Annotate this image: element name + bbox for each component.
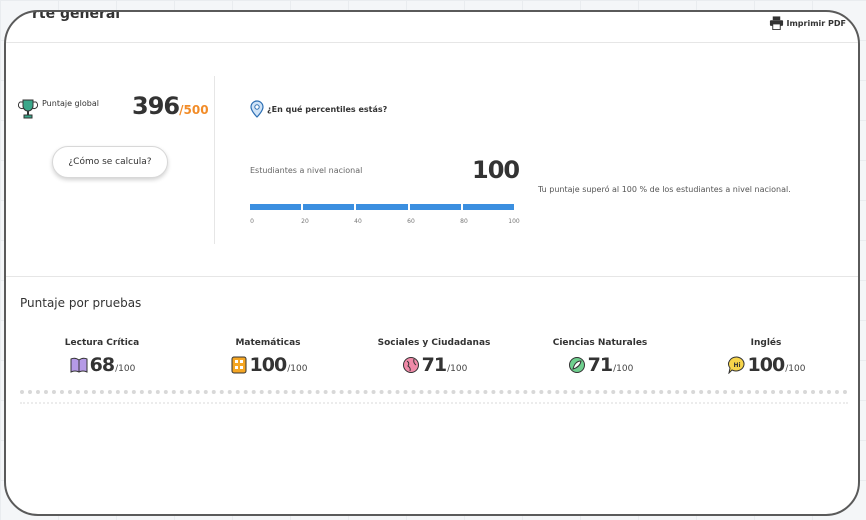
test-max: /100 (447, 364, 468, 374)
test-score-row: Hi 100 /100 (686, 354, 846, 376)
test-score: 100 (249, 354, 288, 376)
test-name: Inglés (750, 338, 782, 348)
percentile-progress-bar (250, 204, 515, 210)
national-students-label: Estudiantes a nivel nacional (250, 166, 363, 175)
test-score-row: 100 /100 (188, 354, 348, 376)
tick-label: 80 (460, 218, 468, 225)
test-score-row: 71 /100 (354, 354, 514, 376)
progress-segment (462, 204, 515, 210)
test-score: 71 (587, 354, 613, 376)
calculator-icon (231, 356, 247, 374)
test-card-ciencias[interactable]: Ciencias Naturales 71 /100 (520, 338, 680, 376)
report-title: rte general (32, 10, 121, 22)
vertical-divider (214, 76, 215, 244)
tests-section-title: Puntaje por pruebas (20, 296, 142, 310)
horizontal-divider (6, 276, 858, 277)
loading-placeholder-bar (20, 390, 848, 404)
progress-segment (356, 204, 408, 210)
test-card-ingles[interactable]: Inglés Hi 100 /100 (686, 338, 846, 376)
book-icon (70, 357, 88, 373)
test-name: Ciencias Naturales (552, 338, 648, 348)
report-header: rte general Imprimir PDF (6, 12, 858, 43)
percentile-summary: Tu puntaje superó al 100 % de los estudi… (538, 185, 791, 194)
percentile-ticks: 0 20 40 60 80 100 (250, 218, 520, 228)
svg-text:Hi: Hi (733, 362, 740, 369)
global-score-value: 396/500 (132, 92, 209, 120)
test-card-lectura[interactable]: Lectura Crítica 68 /100 (22, 338, 182, 376)
test-name: Matemáticas (235, 338, 301, 348)
percentile-title: ¿En qué percentiles estás? (267, 104, 388, 114)
test-max: /100 (785, 364, 806, 374)
report-card: rte general Imprimir PDF Puntaje global … (4, 10, 860, 516)
speech-bubble-icon: Hi (727, 356, 745, 374)
progress-segment (303, 204, 355, 210)
progress-segment (250, 204, 302, 210)
global-score-label: Puntaje global (42, 99, 99, 108)
test-card-sociales[interactable]: Sociales y Ciudadanas 71 /100 (354, 338, 514, 376)
trophy-icon (18, 99, 38, 119)
globe-icon (402, 357, 419, 373)
tick-label: 60 (407, 218, 415, 225)
percentile-title-row: ¿En qué percentiles estás? (250, 100, 387, 118)
test-score: 100 (747, 354, 786, 376)
location-pin-icon (250, 100, 264, 118)
test-name: Lectura Crítica (64, 338, 140, 348)
test-score-row: 68 /100 (22, 354, 182, 376)
test-name: Sociales y Ciudadanas (377, 338, 491, 348)
test-score: 68 (89, 354, 115, 376)
test-score: 71 (421, 354, 447, 376)
test-max: /100 (613, 364, 634, 374)
tick-label: 100 (508, 218, 520, 225)
tick-label: 0 (250, 218, 254, 225)
printer-icon (770, 16, 784, 30)
print-pdf-button[interactable]: Imprimir PDF (769, 16, 846, 30)
global-score-number: 396 (132, 92, 180, 120)
national-percentile-value: 100 (472, 156, 520, 184)
test-card-matematicas[interactable]: Matemáticas 100 /100 (188, 338, 348, 376)
how-calculated-button[interactable]: ¿Cómo se calcula? (52, 146, 168, 178)
tick-label: 20 (301, 218, 309, 225)
global-score-max: /500 (179, 103, 209, 117)
test-max: /100 (287, 364, 308, 374)
progress-segment (409, 204, 461, 210)
tick-label: 40 (354, 218, 362, 225)
test-max: /100 (115, 364, 136, 374)
print-pdf-label: Imprimir PDF (786, 18, 846, 28)
test-score-row: 71 /100 (520, 354, 680, 376)
leaf-icon (568, 357, 585, 373)
